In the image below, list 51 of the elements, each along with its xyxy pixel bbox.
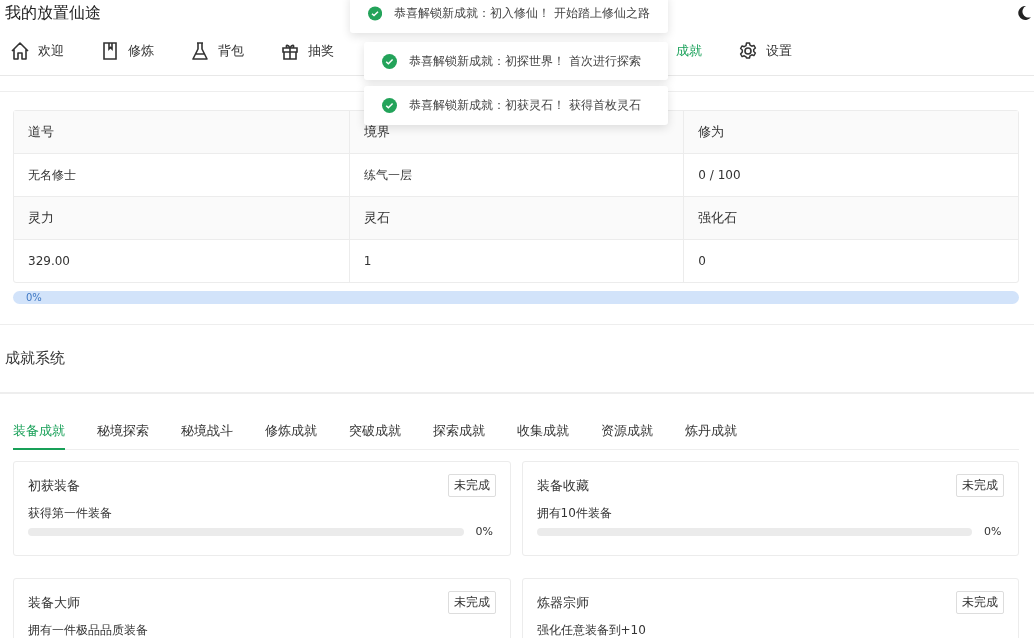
tab[interactable]: 资源成就	[601, 413, 653, 450]
nav-item[interactable]: 设置	[738, 26, 828, 75]
progress-percent: 0%	[984, 525, 1003, 538]
table-cell-text: 无名修士	[27, 166, 77, 184]
table-cell: 0	[683, 240, 1018, 282]
nav-item[interactable]: 背包	[190, 26, 280, 75]
tab[interactable]: 秘境探索	[97, 413, 149, 450]
toast: 恭喜解锁新成就：初探世界！ 首次进行探索	[364, 42, 668, 80]
header-cell: 灵石	[348, 197, 684, 239]
progress-percent: 0%	[475, 525, 494, 538]
success-icon	[382, 98, 397, 113]
tab[interactable]: 收集成就	[517, 413, 569, 450]
achievement-title: 炼器宗师	[536, 593, 589, 612]
table-cell: 1	[348, 240, 684, 282]
achievement-description: 获得第一件装备	[28, 505, 113, 522]
tab[interactable]: 探索成就	[433, 413, 485, 450]
achievement-description: 拥有10件装备	[536, 505, 613, 522]
tab[interactable]: 装备成就	[13, 413, 65, 450]
progress-label: 0%	[25, 292, 42, 303]
tab[interactable]: 修炼成就	[265, 413, 317, 450]
table-cell-text: 329.00	[27, 253, 71, 270]
status-tag: 未完成	[447, 474, 496, 497]
tab[interactable]: 秘境战斗	[181, 413, 233, 450]
achievement-description: 拥有一件极品品质装备	[28, 622, 149, 638]
app-title: 我的放置仙途	[5, 2, 101, 24]
book-icon	[100, 40, 120, 61]
nav-item[interactable]: 成就	[676, 26, 702, 75]
section-title: 成就系统	[5, 349, 65, 368]
header-cell-text: 道号	[27, 123, 55, 141]
achievement-title: 初获装备	[28, 476, 80, 495]
header-cell-text: 灵力	[27, 209, 55, 227]
tab[interactable]: 突破成就	[349, 413, 401, 450]
achievement-title: 装备收藏	[536, 476, 589, 495]
nav-item[interactable]: 修炼	[100, 26, 190, 75]
toast: 恭喜解锁新成就：初入修仙！ 开始踏上修仙之路	[350, 0, 668, 33]
tab[interactable]: 炼丹成就	[685, 413, 737, 450]
moon-icon[interactable]	[1016, 5, 1032, 21]
settings-icon	[738, 40, 758, 61]
toast: 恭喜解锁新成就：初获灵石！ 获得首枚灵石	[364, 86, 668, 125]
header-cell: 修为	[683, 111, 1018, 153]
nav-item[interactable]: 欢迎	[10, 26, 100, 75]
status-tag: 未完成	[956, 591, 1004, 614]
header-cell: 强化石	[683, 197, 1018, 239]
success-icon	[368, 6, 383, 21]
achievement-title: 装备大师	[28, 593, 80, 612]
achievement-description: 强化任意装备到+10	[536, 622, 647, 638]
success-icon	[382, 53, 397, 69]
flask-icon	[190, 40, 210, 61]
status-tag: 未完成	[956, 474, 1004, 497]
status-tag: 未完成	[447, 591, 496, 614]
home-icon	[10, 40, 30, 61]
